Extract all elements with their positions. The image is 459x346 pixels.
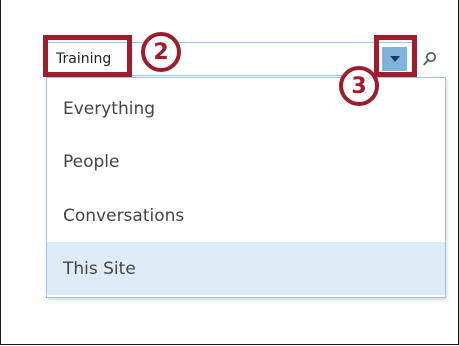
annotation-callout-3: 3 <box>339 66 379 106</box>
search-button[interactable] <box>419 47 441 71</box>
menu-item-label: Everything <box>63 98 156 119</box>
screenshot-frame: Everything People Conversations This Sit… <box>0 0 459 345</box>
callout-number: 3 <box>351 73 367 99</box>
search-input[interactable] <box>56 43 306 75</box>
scope-dropdown-button[interactable] <box>382 47 407 71</box>
menu-item-label: People <box>63 151 120 172</box>
callout-number: 2 <box>153 39 169 65</box>
menu-item-label: This Site <box>63 258 136 279</box>
menu-item-this-site[interactable]: This Site <box>47 242 445 295</box>
search-scope-menu: Everything People Conversations This Sit… <box>46 77 446 298</box>
chevron-down-icon <box>389 56 400 62</box>
menu-item-people[interactable]: People <box>47 135 445 188</box>
menu-item-conversations[interactable]: Conversations <box>47 189 445 242</box>
annotation-callout-2: 2 <box>141 32 181 72</box>
search-icon <box>423 52 436 66</box>
menu-item-everything[interactable]: Everything <box>47 82 445 135</box>
menu-item-label: Conversations <box>63 205 185 226</box>
